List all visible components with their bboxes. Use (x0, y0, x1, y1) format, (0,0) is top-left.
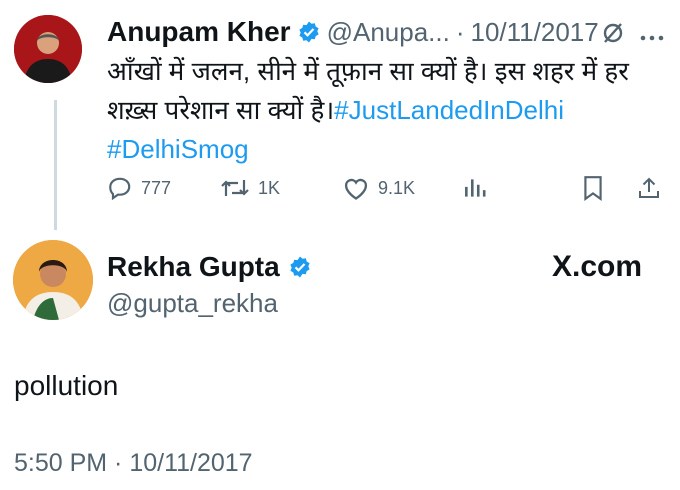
tweet-text-line-1: आँखों में जलन, सीने में तूफ़ान सा क्यों … (107, 56, 629, 86)
verified-badge-icon (297, 20, 321, 44)
anupam-kher-avatar[interactable] (14, 15, 82, 83)
thread-connector-line (54, 100, 57, 230)
grok-icon[interactable] (600, 20, 626, 51)
parent-tweet-text: आँखों में जलन, सीने में तूफ़ान सा क्यों … (107, 52, 629, 169)
reply-icon (109, 177, 131, 201)
avatar-photo (14, 15, 82, 83)
bookmark-icon (584, 176, 602, 201)
retweet-count: 1K (258, 177, 281, 198)
bookmark-button[interactable] (582, 175, 604, 201)
reply-timestamp[interactable]: 5:50 PM · 10/11/2017 (14, 449, 253, 478)
retweet-button[interactable]: 1K (220, 175, 280, 201)
avatar-photo (13, 240, 93, 320)
author-name[interactable]: Anupam Kher (107, 16, 291, 48)
separator-dot: · (455, 16, 465, 47)
x-brand-label: X.com (552, 250, 643, 283)
views-icon (465, 179, 486, 197)
retweet-icon (221, 180, 249, 196)
more-icon[interactable] (640, 29, 664, 47)
like-count: 9.1K (378, 177, 416, 198)
hashtag-justlandedindelhi[interactable]: #JustLandedInDelhi (334, 95, 564, 125)
reply-tweet-header: Rekha Gupta (107, 250, 312, 284)
reply-tweet-text: pollution (14, 370, 119, 401)
share-icon (639, 177, 659, 198)
parent-tweet-header: Anupam Kher @Anupa... · 10/11/2017 (107, 14, 599, 50)
tweet-date[interactable]: 10/11/2017 (471, 17, 599, 48)
reply-count: 777 (141, 177, 172, 198)
author-handle[interactable]: @Anupa... (327, 17, 450, 48)
tweet-text-line-2: शख़्स परेशान सा क्यों है।#JustLandedInDe… (107, 91, 629, 130)
hashtag-delhismog[interactable]: #DelhiSmog (107, 134, 249, 164)
author-handle[interactable]: @gupta_rekha (107, 288, 278, 319)
share-button[interactable] (637, 175, 661, 201)
like-icon (344, 178, 368, 200)
rekha-gupta-avatar[interactable] (13, 240, 93, 320)
author-name[interactable]: Rekha Gupta (107, 251, 280, 283)
like-button[interactable]: 9.1K (342, 175, 415, 201)
reply-button[interactable]: 777 (107, 175, 171, 201)
verified-badge-icon (288, 255, 312, 279)
tweet-text-line-2-body: शख़्स परेशान सा क्यों है। (107, 95, 335, 125)
views-button[interactable] (462, 175, 488, 201)
